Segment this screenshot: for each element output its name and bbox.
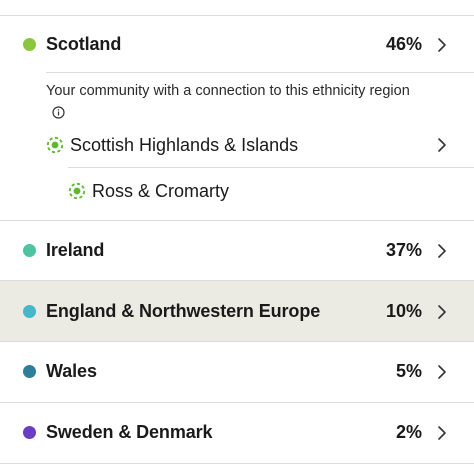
- region-row-wales[interactable]: Wales 5%: [0, 342, 474, 402]
- region-color-dot: [23, 365, 36, 378]
- region-color-dot: [23, 305, 36, 318]
- chevron-right-icon: [436, 37, 448, 53]
- region-row-england-northwestern-europe[interactable]: England & Northwestern Europe 10%: [0, 281, 474, 341]
- region-color-dot: [23, 244, 36, 257]
- community-ring-icon: [46, 136, 64, 154]
- region-row-sweden-denmark[interactable]: Sweden & Denmark 2%: [0, 403, 474, 463]
- chevron-right-icon: [436, 137, 448, 153]
- region-row-scotland[interactable]: Scotland 46%: [0, 16, 474, 74]
- divider: [46, 72, 474, 73]
- community-item-scottish-highlands[interactable]: Scottish Highlands & Islands: [46, 133, 474, 157]
- community-item-name: Scottish Highlands & Islands: [70, 134, 299, 155]
- info-icon[interactable]: [52, 105, 65, 119]
- region-row-ireland[interactable]: Ireland 37%: [0, 221, 474, 280]
- community-ring-icon: [68, 182, 86, 200]
- region-percent: 10%: [385, 301, 422, 321]
- region-percent: 5%: [395, 361, 422, 381]
- region-name: England & Northwestern Europe: [46, 301, 321, 321]
- region-name: Sweden & Denmark: [46, 422, 213, 442]
- community-connection-label: Your community with a connection to this…: [46, 81, 426, 123]
- divider: [0, 463, 474, 464]
- chevron-right-icon: [436, 304, 448, 320]
- community-item-name: Ross & Cromarty: [92, 180, 230, 201]
- region-name: Scotland: [46, 34, 122, 54]
- chevron-right-icon: [436, 425, 448, 441]
- community-item-ross-cromarty[interactable]: Ross & Cromarty: [68, 179, 229, 203]
- chevron-right-icon: [436, 364, 448, 380]
- region-color-dot: [23, 426, 36, 439]
- chevron-right-icon: [436, 243, 448, 259]
- region-color-dot: [23, 38, 36, 51]
- region-percent: 2%: [395, 422, 422, 442]
- community-label-text: Your community with a connection to this…: [46, 83, 410, 99]
- region-name: Ireland: [46, 240, 105, 260]
- region-percent: 46%: [385, 34, 422, 54]
- divider: [68, 167, 474, 168]
- region-percent: 37%: [385, 240, 422, 260]
- region-name: Wales: [46, 361, 97, 381]
